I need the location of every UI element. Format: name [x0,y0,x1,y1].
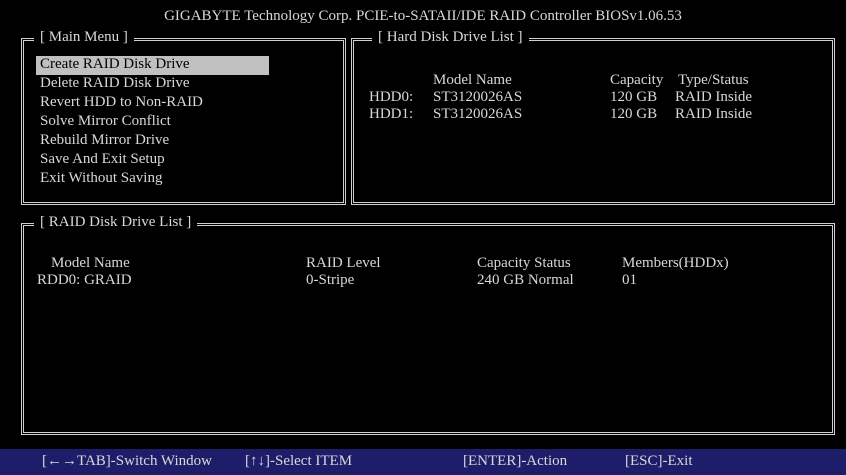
raid-col-level: RAID Level [306,255,381,271]
raid-row-name: RDD0: GRAID [37,272,132,288]
menu-item-save-exit[interactable]: Save And Exit Setup [36,151,269,170]
raid-col-model: Model Name [51,255,130,271]
hint-select-item: [↑↓]-Select ITEM [245,453,353,469]
raid-row-capacity-status: 240 GB Normal [477,272,574,288]
hdd-list-label: [ Hard Disk Drive List ] [372,30,529,45]
hdd-row-id: HDD0: [369,89,414,105]
main-menu-window[interactable]: [ Main Menu ] Create RAID Disk Drive Del… [21,30,346,205]
raid-list-window[interactable]: [ RAID Disk Drive List ] Model Name RAID… [21,215,835,435]
hdd-row-model: ST3120026AS [433,106,523,122]
hint-esc-exit: [ESC]-Exit [625,453,693,469]
menu-item-exit-no-save[interactable]: Exit Without Saving [36,170,269,189]
key-help-bar: [←→TAB]-Switch Window [↑↓]-Select ITEM [… [0,449,846,475]
main-menu-label: [ Main Menu ] [34,30,134,45]
bios-title: GIGABYTE Technology Corp. PCIE-to-SATAII… [164,8,682,24]
hdd-col-model: Model Name [433,72,512,88]
hdd-row-status: RAID Inside [675,106,753,122]
menu-item-rebuild-mirror[interactable]: Rebuild Mirror Drive [36,132,269,151]
hint-switch-window: [←→TAB]-Switch Window [42,453,212,469]
raid-col-capacity-status: Capacity Status [477,255,571,271]
hdd-row-capacity: 120 GB [610,106,658,122]
hdd-row-status: RAID Inside [675,89,753,105]
hdd-list-window[interactable]: [ Hard Disk Drive List ] Model Name Capa… [351,30,835,205]
menu-item-create-raid[interactable]: Create RAID Disk Drive [36,56,269,75]
hdd-row-capacity: 120 GB [610,89,658,105]
menu-item-delete-raid[interactable]: Delete RAID Disk Drive [36,75,269,94]
hdd-row-model: ST3120026AS [433,89,523,105]
raid-col-members: Members(HDDx) [622,255,729,271]
raid-row-level: 0-Stripe [306,272,355,288]
hdd-row-id: HDD1: [369,106,414,122]
hdd-col-type-status: Type/Status [678,72,749,88]
raid-row-members: 01 [622,272,637,288]
hdd-col-capacity: Capacity [610,72,664,88]
menu-item-solve-mirror[interactable]: Solve Mirror Conflict [36,113,269,132]
menu-item-revert-hdd[interactable]: Revert HDD to Non-RAID [36,94,269,113]
hint-enter-action: [ENTER]-Action [463,453,568,469]
main-menu-list: Create RAID Disk Drive Delete RAID Disk … [36,56,269,189]
raid-list-label: [ RAID Disk Drive List ] [34,215,198,230]
